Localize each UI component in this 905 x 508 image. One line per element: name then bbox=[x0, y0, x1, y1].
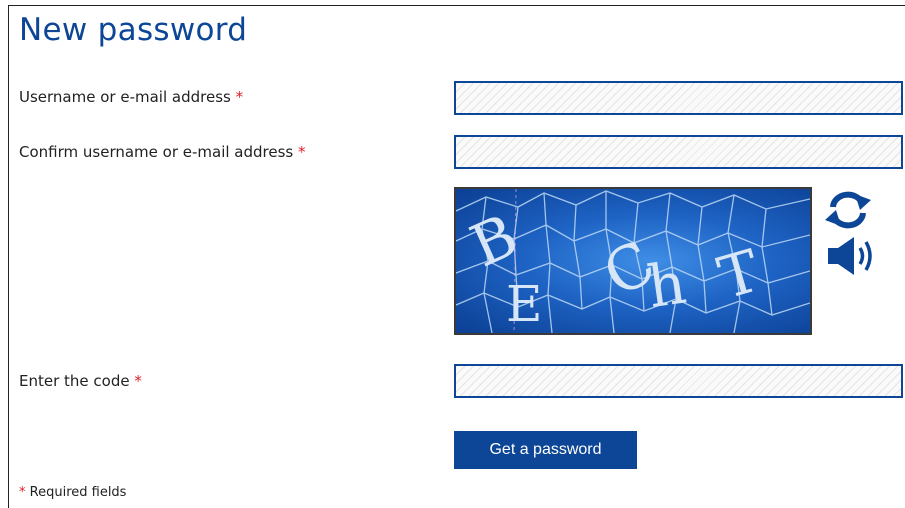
captcha-image: B E C h T bbox=[454, 187, 812, 335]
captcha-pattern: B E C h T bbox=[456, 189, 810, 333]
code-label-text: Enter the code bbox=[19, 372, 130, 390]
confirm-username-label-text: Confirm username or e-mail address bbox=[19, 143, 294, 161]
captcha-code-input[interactable] bbox=[454, 364, 903, 398]
required-fields-text: Required fields bbox=[29, 485, 127, 500]
captcha-char: E bbox=[506, 275, 543, 333]
captcha-characters: B E C h T bbox=[461, 201, 768, 333]
captcha-char: T bbox=[711, 236, 767, 312]
required-marker: * bbox=[298, 143, 306, 161]
username-input[interactable] bbox=[454, 81, 903, 115]
confirm-username-input[interactable] bbox=[454, 135, 903, 169]
page-title: New password bbox=[19, 12, 248, 48]
required-marker: * bbox=[134, 372, 142, 390]
confirm-username-label: Confirm username or e-mail address * bbox=[19, 143, 306, 161]
username-label: Username or e-mail address * bbox=[19, 88, 243, 106]
captcha-char: h bbox=[644, 249, 690, 322]
code-label: Enter the code * bbox=[19, 372, 142, 390]
speaker-audio-icon[interactable] bbox=[826, 236, 876, 276]
required-marker: * bbox=[235, 88, 244, 106]
username-label-text: Username or e-mail address bbox=[19, 88, 231, 106]
required-fields-note: * Required fields bbox=[19, 485, 126, 500]
get-password-button[interactable]: Get a password bbox=[454, 431, 637, 469]
required-marker: * bbox=[19, 485, 26, 500]
refresh-icon[interactable] bbox=[824, 190, 872, 230]
